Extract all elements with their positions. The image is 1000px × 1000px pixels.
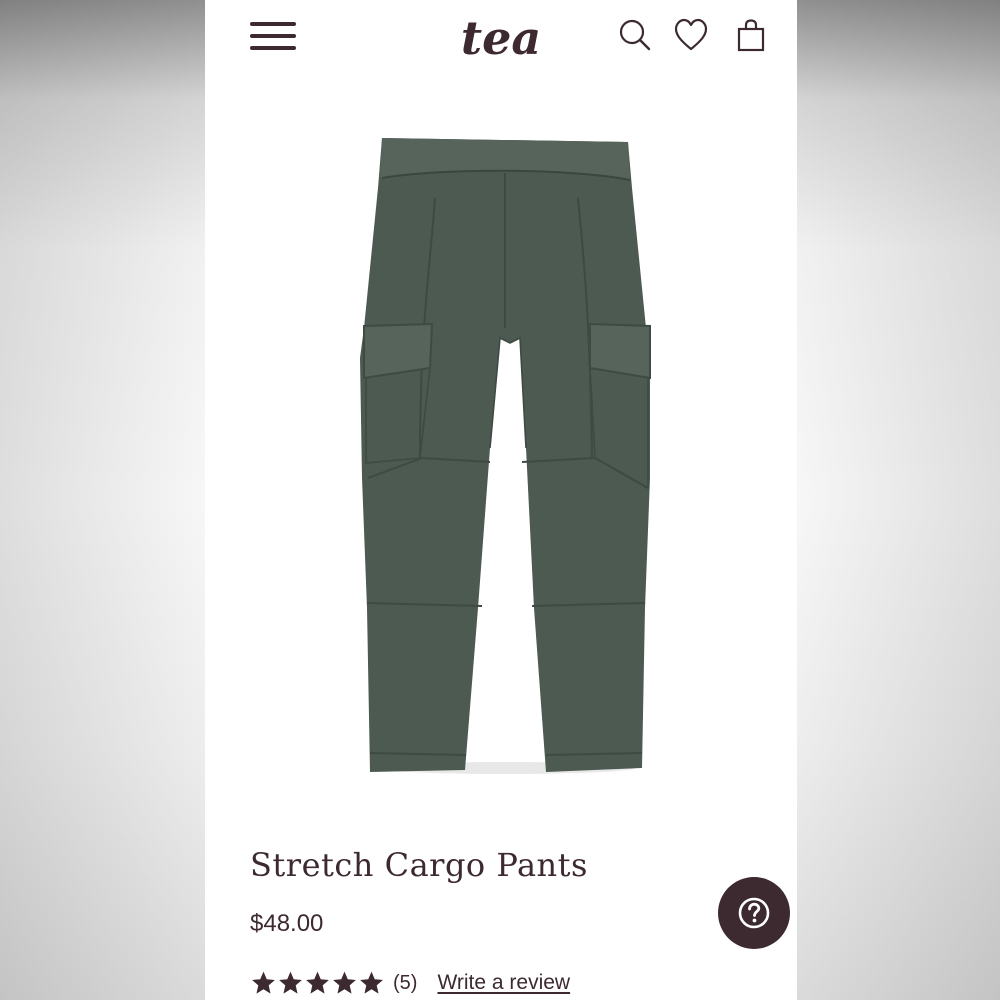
star-icon bbox=[360, 971, 383, 994]
product-rating: (5) Write a review bbox=[250, 966, 570, 1000]
product-image-cargo-pants bbox=[360, 138, 651, 774]
star-icon bbox=[333, 971, 356, 994]
svg-text:tea: tea bbox=[461, 12, 541, 65]
backdrop-left bbox=[0, 0, 205, 1000]
shopping-bag-icon[interactable] bbox=[733, 16, 769, 56]
heart-icon[interactable] bbox=[673, 16, 709, 56]
rating-stars bbox=[250, 970, 385, 996]
hamburger-menu-icon-bar bbox=[250, 46, 296, 50]
product-title: Stretch Cargo Pants bbox=[250, 846, 588, 884]
review-count[interactable]: (5) bbox=[393, 972, 417, 995]
backdrop-right bbox=[797, 0, 1000, 1000]
write-review-link[interactable]: Write a review bbox=[437, 971, 570, 995]
hamburger-menu-icon-bar bbox=[250, 34, 296, 38]
hamburger-menu-icon bbox=[250, 22, 296, 26]
question-mark-icon bbox=[738, 897, 770, 929]
star-icon bbox=[306, 971, 329, 994]
product-price: $48.00 bbox=[250, 910, 324, 937]
phone-screen: tea Stretch Cargo Pants $48.00 (5) Write… bbox=[205, 0, 797, 1000]
menu-button[interactable] bbox=[250, 20, 296, 52]
search-icon[interactable] bbox=[617, 16, 653, 56]
star-icon bbox=[279, 971, 302, 994]
help-button[interactable] bbox=[718, 877, 790, 949]
tea-logo[interactable]: tea bbox=[453, 12, 549, 70]
site-header: tea bbox=[205, 0, 797, 80]
star-icon bbox=[252, 971, 275, 994]
